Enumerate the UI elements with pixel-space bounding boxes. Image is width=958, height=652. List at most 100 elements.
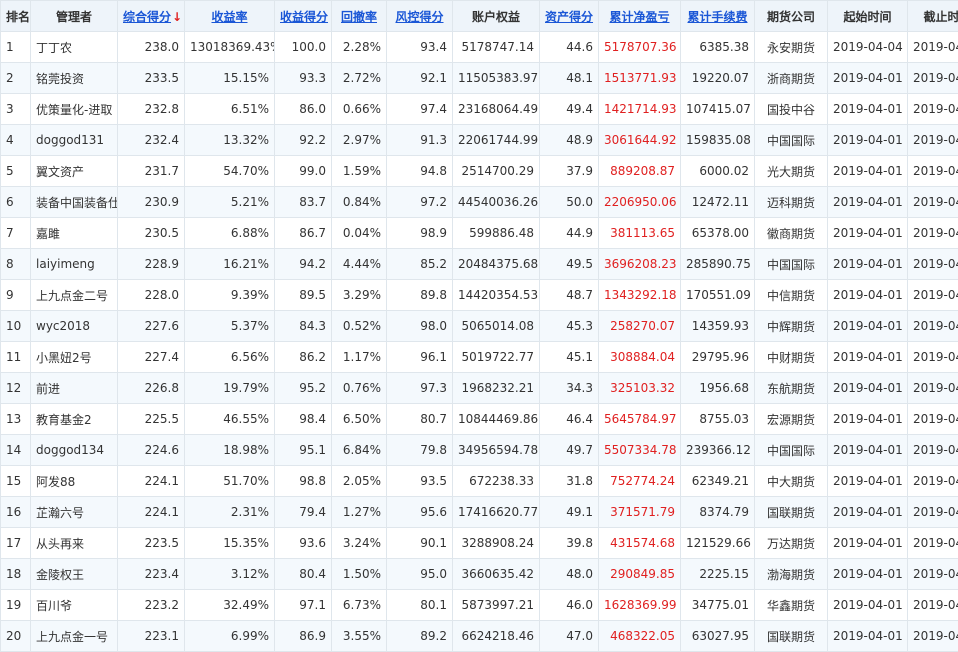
cell-manager: 芷瀚六号 (31, 497, 118, 528)
cell-start-date: 2019-04-01 (828, 466, 908, 497)
cell-rank: 4 (1, 125, 31, 156)
cell-fees: 121529.66 (681, 528, 755, 559)
cell-total-score: 233.5 (118, 63, 185, 94)
cell-rank: 7 (1, 218, 31, 249)
sort-asset-score[interactable]: 资产得分 (540, 1, 599, 32)
cell-return-score: 95.2 (275, 373, 332, 404)
cell-net-profit: 468322.05 (599, 621, 681, 652)
cell-drawdown: 2.72% (332, 63, 387, 94)
cell-end-date: 2019-04-30 (908, 280, 958, 311)
cell-total-score: 223.5 (118, 528, 185, 559)
cell-broker: 中国国际 (755, 435, 828, 466)
cell-net-profit: 258270.07 (599, 311, 681, 342)
cell-asset-score: 37.9 (540, 156, 599, 187)
cell-asset-score: 45.1 (540, 342, 599, 373)
sort-fees[interactable]: 累计手续费 (681, 1, 755, 32)
cell-drawdown: 0.52% (332, 311, 387, 342)
cell-end-date: 2019-04-30 (908, 466, 958, 497)
cell-return-rate: 19.79% (185, 373, 275, 404)
cell-drawdown: 1.17% (332, 342, 387, 373)
cell-return-rate: 15.35% (185, 528, 275, 559)
sort-return-score[interactable]: 收益得分 (275, 1, 332, 32)
sort-drawdown[interactable]: 回撤率 (332, 1, 387, 32)
cell-broker: 浙商期货 (755, 63, 828, 94)
cell-end-date: 2019-04-30 (908, 559, 958, 590)
cell-start-date: 2019-04-01 (828, 621, 908, 652)
cell-start-date: 2019-04-04 (828, 32, 908, 63)
cell-net-profit: 381113.65 (599, 218, 681, 249)
cell-equity: 22061744.99 (453, 125, 540, 156)
cell-total-score: 226.8 (118, 373, 185, 404)
cell-drawdown: 6.50% (332, 404, 387, 435)
cell-return-rate: 13.32% (185, 125, 275, 156)
sort-desc-arrow-icon: ↓ (172, 10, 182, 24)
cell-broker: 中财期货 (755, 342, 828, 373)
cell-fees: 239366.12 (681, 435, 755, 466)
cell-net-profit: 1513771.93 (599, 63, 681, 94)
cell-total-score: 230.5 (118, 218, 185, 249)
cell-risk-score: 95.0 (387, 559, 453, 590)
cell-equity: 1968232.21 (453, 373, 540, 404)
cell-return-rate: 46.55% (185, 404, 275, 435)
table-row: 16芷瀚六号224.12.31%79.41.27%95.617416620.77… (1, 497, 958, 528)
sort-total-score[interactable]: 综合得分↓ (118, 1, 185, 32)
cell-end-date: 2019-04-15 (908, 94, 958, 125)
cell-broker: 中国国际 (755, 249, 828, 280)
cell-return-score: 84.3 (275, 311, 332, 342)
cell-start-date: 2019-04-01 (828, 187, 908, 218)
cell-fees: 12472.11 (681, 187, 755, 218)
cell-equity: 10844469.86 (453, 404, 540, 435)
cell-risk-score: 80.1 (387, 590, 453, 621)
cell-manager: doggod131 (31, 125, 118, 156)
cell-drawdown: 3.24% (332, 528, 387, 559)
cell-risk-score: 90.1 (387, 528, 453, 559)
cell-rank: 12 (1, 373, 31, 404)
cell-equity: 5019722.77 (453, 342, 540, 373)
cell-start-date: 2019-04-01 (828, 311, 908, 342)
cell-rank: 6 (1, 187, 31, 218)
cell-equity: 14420354.53 (453, 280, 540, 311)
sort-return-rate[interactable]: 收益率 (185, 1, 275, 32)
table-row: 19百川爷223.232.49%97.16.73%80.15873997.214… (1, 590, 958, 621)
cell-risk-score: 97.4 (387, 94, 453, 125)
cell-net-profit: 1628369.99 (599, 590, 681, 621)
sort-net-profit[interactable]: 累计净盈亏 (599, 1, 681, 32)
cell-fees: 159835.08 (681, 125, 755, 156)
table-body: 1丁丁农238.013018369.43%100.02.28%93.451787… (1, 32, 958, 652)
cell-equity: 672238.33 (453, 466, 540, 497)
cell-risk-score: 98.9 (387, 218, 453, 249)
cell-asset-score: 44.9 (540, 218, 599, 249)
cell-drawdown: 2.97% (332, 125, 387, 156)
cell-return-rate: 5.21% (185, 187, 275, 218)
cell-drawdown: 1.27% (332, 497, 387, 528)
cell-net-profit: 308884.04 (599, 342, 681, 373)
cell-return-rate: 6.99% (185, 621, 275, 652)
table-row: 8laiyimeng228.916.21%94.24.44%85.2204843… (1, 249, 958, 280)
cell-broker: 徽商期货 (755, 218, 828, 249)
cell-drawdown: 3.29% (332, 280, 387, 311)
cell-fees: 8374.79 (681, 497, 755, 528)
cell-asset-score: 46.4 (540, 404, 599, 435)
header-end: 截止时间 (908, 1, 958, 32)
cell-return-rate: 5.37% (185, 311, 275, 342)
ranking-table: 排名 管理者 综合得分↓ 收益率 收益得分 回撤率 风控得分 账户权益 资产得分… (0, 0, 958, 652)
table-row: 14doggod134224.618.98%95.16.84%79.834956… (1, 435, 958, 466)
cell-drawdown: 2.05% (332, 466, 387, 497)
cell-fees: 285890.75 (681, 249, 755, 280)
sort-risk-score[interactable]: 风控得分 (387, 1, 453, 32)
cell-end-date: 2019-04-30 (908, 435, 958, 466)
cell-return-rate: 6.51% (185, 94, 275, 125)
cell-net-profit: 1421714.93 (599, 94, 681, 125)
cell-start-date: 2019-04-01 (828, 404, 908, 435)
cell-start-date: 2019-04-01 (828, 249, 908, 280)
cell-broker: 永安期货 (755, 32, 828, 63)
cell-risk-score: 89.8 (387, 280, 453, 311)
cell-return-rate: 18.98% (185, 435, 275, 466)
cell-rank: 20 (1, 621, 31, 652)
cell-start-date: 2019-04-01 (828, 435, 908, 466)
cell-fees: 2225.15 (681, 559, 755, 590)
header-risk-score-label: 风控得分 (395, 10, 443, 24)
cell-return-rate: 6.56% (185, 342, 275, 373)
cell-net-profit: 2206950.06 (599, 187, 681, 218)
cell-risk-score: 79.8 (387, 435, 453, 466)
